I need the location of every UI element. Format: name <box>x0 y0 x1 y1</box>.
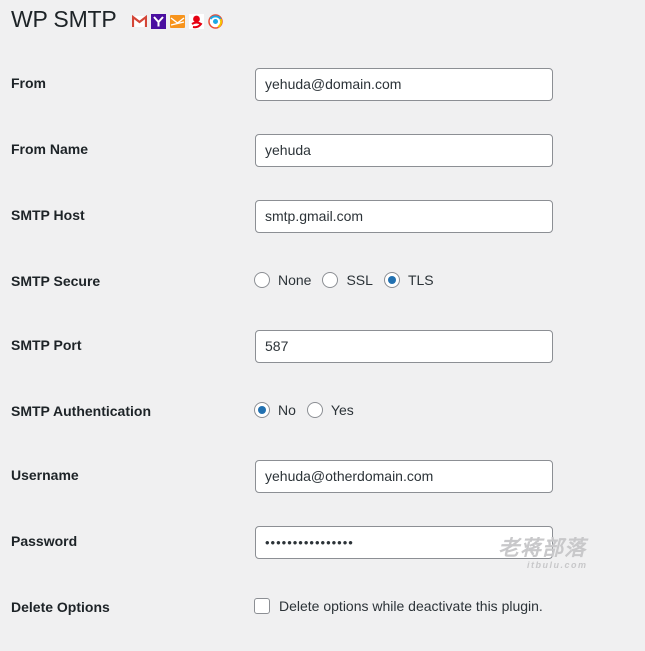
radio-yes-label: Yes <box>330 402 354 418</box>
delete-options-control[interactable]: Delete options while deactivate this plu… <box>254 598 543 614</box>
smtp-secure-option-ssl[interactable]: SSL <box>322 272 373 288</box>
smtp-auth-radio-group: No Yes <box>254 402 365 418</box>
radio-no-label: No <box>278 402 296 418</box>
hotmail-icon <box>169 15 185 28</box>
watermark: 老蒋部落 itbulu.com <box>497 532 588 570</box>
radio-ssl[interactable] <box>322 272 339 288</box>
radio-ssl-label: SSL <box>346 272 373 288</box>
smtp-auth-option-yes[interactable]: Yes <box>306 402 354 418</box>
from-label: From <box>11 75 46 91</box>
username-input[interactable]: yehuda@otherdomain.com <box>255 460 553 493</box>
username-label: Username <box>11 467 79 483</box>
radio-none[interactable] <box>254 272 270 288</box>
smtp-host-label: SMTP Host <box>11 207 85 223</box>
smtp-secure-radio-group: None SSL TLS <box>254 272 445 288</box>
qq-mail-icon <box>207 14 223 29</box>
watermark-url: itbulu.com <box>527 560 588 570</box>
gmail-icon <box>131 14 147 27</box>
radio-none-label: None <box>278 272 312 288</box>
watermark-text: 老蒋部落 <box>498 536 587 560</box>
smtp-port-label: SMTP Port <box>11 337 82 353</box>
provider-logos <box>131 14 223 29</box>
radio-tls-label: TLS <box>407 272 434 288</box>
radio-tls[interactable] <box>383 272 400 288</box>
163-mail-icon <box>188 14 204 29</box>
smtp-secure-label: SMTP Secure <box>11 273 101 289</box>
from-name-label: From Name <box>11 141 89 157</box>
smtp-secure-option-none[interactable]: None <box>254 272 311 288</box>
delete-options-checkbox[interactable] <box>254 598 270 614</box>
page-header: WP SMTP <box>11 6 223 33</box>
radio-no[interactable] <box>254 402 270 418</box>
smtp-auth-option-no[interactable]: No <box>254 402 296 418</box>
smtp-auth-label: SMTP Authentication <box>11 403 151 419</box>
smtp-port-input[interactable]: 587 <box>255 330 553 363</box>
smtp-secure-option-tls[interactable]: TLS <box>383 272 434 288</box>
delete-options-checkbox-label: Delete options while deactivate this plu… <box>279 598 543 614</box>
yahoo-icon <box>150 14 166 29</box>
from-input[interactable]: yehuda@domain.com <box>255 68 553 101</box>
page-title: WP SMTP <box>11 6 117 32</box>
radio-yes[interactable] <box>306 402 323 418</box>
smtp-host-input[interactable]: smtp.gmail.com <box>255 200 553 233</box>
delete-options-label: Delete Options <box>11 599 110 615</box>
from-name-input[interactable]: yehuda <box>255 134 553 167</box>
password-label: Password <box>11 533 78 549</box>
